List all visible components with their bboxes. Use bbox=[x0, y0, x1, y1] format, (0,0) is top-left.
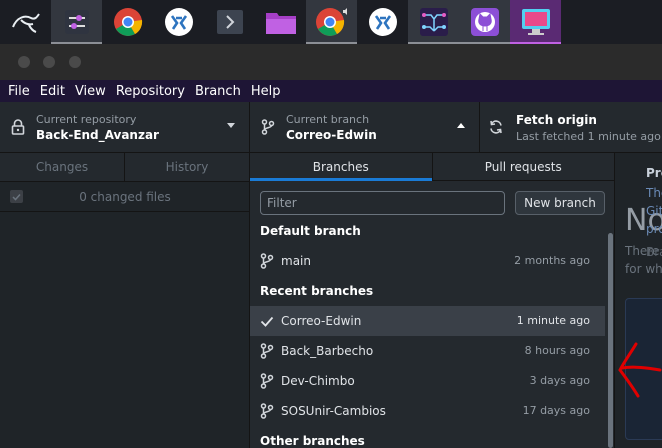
maximize-window-button[interactable] bbox=[69, 56, 81, 68]
branch-name: Correo-Edwin bbox=[281, 314, 362, 328]
terminal-icon[interactable] bbox=[204, 0, 255, 44]
check-icon bbox=[260, 316, 274, 327]
branch-filter-row: New branch bbox=[250, 181, 614, 216]
branch-time: 3 days ago bbox=[529, 374, 590, 387]
chevron-up-icon bbox=[457, 123, 465, 128]
settings-sliders-icon[interactable] bbox=[51, 0, 102, 44]
main-subtitle-line-2: for wha bbox=[625, 262, 662, 276]
current-branch-label: Current branch bbox=[286, 113, 370, 126]
branch-filter-input[interactable] bbox=[260, 191, 505, 215]
card-line-3: pro bbox=[646, 222, 662, 236]
branch-item-main[interactable]: main 2 months ago bbox=[250, 246, 605, 276]
github-icon[interactable] bbox=[459, 0, 510, 44]
recent-branches-header: Recent branches bbox=[260, 284, 374, 298]
card-footer: Bra bbox=[646, 245, 662, 259]
taskbar bbox=[0, 0, 662, 44]
branch-name: Dev-Chimbo bbox=[281, 374, 355, 388]
branch-name: SOSUnir-Cambios bbox=[281, 404, 386, 418]
close-window-button[interactable] bbox=[18, 56, 30, 68]
branch-icon bbox=[260, 343, 274, 359]
branch-time: 2 months ago bbox=[514, 254, 590, 267]
menu-branch[interactable]: Branch bbox=[190, 84, 246, 99]
toolbar: Current repository Back-End_Avanzar Curr… bbox=[0, 102, 662, 153]
fetch-origin-subtitle: Last fetched 1 minute ago bbox=[516, 130, 661, 143]
vscode-icon[interactable] bbox=[153, 0, 204, 44]
branch-time: 1 minute ago bbox=[516, 314, 590, 327]
branch-item-correo-edwin[interactable]: Correo-Edwin 1 minute ago bbox=[250, 306, 605, 336]
changed-files-count: 0 changed files bbox=[79, 189, 171, 204]
menu-view[interactable]: View bbox=[70, 84, 111, 99]
branch-icon bbox=[260, 253, 274, 269]
other-branches-header: Other branches bbox=[260, 434, 365, 448]
branch-list-scrollbar[interactable] bbox=[608, 233, 613, 448]
sidebar: Changes History 0 changed files bbox=[0, 153, 250, 448]
lock-icon bbox=[11, 119, 25, 135]
screenshot-icon[interactable] bbox=[510, 0, 561, 44]
vscode-icon[interactable] bbox=[357, 0, 408, 44]
current-branch-value: Correo-Edwin bbox=[286, 128, 377, 142]
new-branch-button[interactable]: New branch bbox=[515, 191, 605, 215]
menu-edit[interactable]: Edit bbox=[35, 84, 70, 99]
menu-repository[interactable]: Repository bbox=[111, 84, 190, 99]
sync-icon bbox=[490, 120, 502, 134]
fetch-origin-title: Fetch origin bbox=[516, 113, 597, 127]
branch-name: Back_Barbecho bbox=[281, 344, 374, 358]
branch-time: 8 hours ago bbox=[524, 344, 590, 357]
chevron-down-icon bbox=[227, 123, 235, 128]
circuit-icon[interactable] bbox=[408, 0, 459, 44]
kali-dragon-icon[interactable] bbox=[0, 0, 51, 44]
branch-dropdown: Branches Pull requests New branch Defaul… bbox=[250, 153, 615, 448]
minimize-window-button[interactable] bbox=[43, 56, 55, 68]
branch-tabs: Branches Pull requests bbox=[250, 153, 614, 181]
sidebar-tabs: Changes History bbox=[0, 153, 249, 182]
branch-time: 17 days ago bbox=[522, 404, 590, 417]
default-branch-header: Default branch bbox=[260, 224, 361, 238]
branch-icon bbox=[260, 373, 274, 389]
current-branch-button[interactable]: Current branch Correo-Edwin bbox=[250, 102, 480, 153]
current-repository-label: Current repository bbox=[36, 113, 137, 126]
fetch-origin-button[interactable]: Fetch origin Last fetched 1 minute ago bbox=[480, 102, 662, 153]
check-icon bbox=[12, 193, 21, 201]
tab-history[interactable]: History bbox=[125, 153, 249, 181]
current-repository-button[interactable]: Current repository Back-End_Avanzar bbox=[0, 102, 250, 153]
tab-branches[interactable]: Branches bbox=[250, 153, 433, 181]
red-arrow-annotation bbox=[618, 342, 662, 398]
folder-icon[interactable] bbox=[255, 0, 306, 44]
branch-item-dev-chimbo[interactable]: Dev-Chimbo 3 days ago bbox=[250, 366, 605, 396]
card-line-2: Git bbox=[646, 204, 662, 218]
menu-file[interactable]: File bbox=[3, 84, 35, 99]
window-titlebar bbox=[0, 44, 662, 80]
menubar: File Edit View Repository Branch Help bbox=[0, 80, 662, 102]
card-line-1: The bbox=[646, 186, 662, 200]
chrome-icon[interactable] bbox=[102, 0, 153, 44]
branch-icon bbox=[261, 119, 275, 135]
menu-help[interactable]: Help bbox=[246, 84, 286, 99]
tab-changes[interactable]: Changes bbox=[0, 153, 125, 181]
select-all-checkbox[interactable] bbox=[10, 190, 23, 203]
tab-pull-requests[interactable]: Pull requests bbox=[433, 153, 615, 180]
chrome-icon[interactable] bbox=[306, 0, 357, 44]
card-title: Pre bbox=[646, 166, 662, 180]
changed-files-header: 0 changed files bbox=[0, 182, 249, 212]
branch-item-sosunir-cambios[interactable]: SOSUnir-Cambios 17 days ago bbox=[250, 396, 605, 426]
branch-icon bbox=[260, 403, 274, 419]
branch-name: main bbox=[281, 254, 311, 268]
branch-item-back-barbecho[interactable]: Back_Barbecho 8 hours ago bbox=[250, 336, 605, 366]
current-repository-value: Back-End_Avanzar bbox=[36, 128, 159, 142]
